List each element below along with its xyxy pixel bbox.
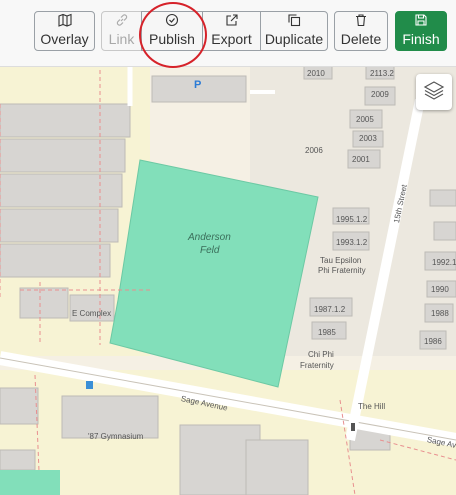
building-2010: 2010	[307, 69, 325, 78]
building-1988: 1988	[431, 309, 449, 318]
publish-label: Publish	[149, 30, 195, 47]
building-2003: 2003	[359, 134, 377, 143]
parking-label: P	[194, 79, 202, 91]
delete-label: Delete	[340, 30, 382, 47]
export-icon	[225, 13, 239, 29]
overlay-button[interactable]: Overlay	[34, 11, 95, 51]
finish-label: Finish	[402, 30, 440, 47]
link-icon	[115, 13, 129, 29]
tau-epsilon-line1: Tau Epsilon	[320, 256, 362, 265]
check-circle-icon	[165, 13, 179, 29]
building-2006: 2006	[305, 146, 323, 155]
building-2001: 2001	[352, 155, 370, 164]
link-label: Link	[108, 30, 135, 47]
publish-button[interactable]: Publish	[141, 11, 203, 51]
trash-icon	[354, 13, 368, 29]
copy-icon	[287, 13, 301, 29]
field-name-line1: Anderson	[188, 232, 231, 243]
tau-epsilon-line2: Phi Fraternity	[318, 266, 366, 275]
duplicate-button[interactable]: Duplicate	[260, 11, 328, 51]
building-1986: 1986	[424, 337, 442, 346]
gymnasium-label: '87 Gymnasium	[88, 432, 144, 441]
building-1995: 1995.1.2	[336, 215, 368, 224]
duplicate-label: Duplicate	[264, 30, 324, 47]
toolbar: Overlay Link Publish Export Duplicate De…	[0, 0, 456, 67]
building-1992: 1992.1	[432, 258, 456, 267]
building-1985: 1985	[318, 328, 336, 337]
finish-button[interactable]: Finish	[395, 11, 447, 51]
building-2009: 2009	[371, 90, 389, 99]
the-hill-label: The Hill	[358, 402, 386, 411]
building-1993: 1993.1.2	[336, 238, 368, 247]
delete-button[interactable]: Delete	[334, 11, 388, 51]
export-label: Export	[211, 30, 252, 47]
map-icon	[57, 13, 72, 29]
building-2005: 2005	[356, 115, 374, 124]
link-button[interactable]: Link	[101, 11, 142, 51]
building-2113: 2113.2	[370, 69, 394, 78]
building-1987: 1987.1.2	[314, 305, 346, 314]
layers-button[interactable]	[416, 74, 452, 110]
chi-phi-line2: Fraternity	[300, 361, 334, 370]
building-1990: 1990	[431, 285, 449, 294]
map-canvas[interactable]: P Anderson Feld E Complex Sage Avenue Sa…	[0, 66, 456, 495]
complex-label: E Complex	[72, 309, 112, 318]
map-graphics	[0, 66, 456, 495]
overlay-label: Overlay	[40, 30, 89, 47]
export-button[interactable]: Export	[202, 11, 261, 51]
field-name-line2: Feld	[200, 245, 220, 256]
layers-icon	[423, 79, 445, 106]
save-icon	[414, 13, 428, 29]
chi-phi-line1: Chi Phi	[308, 350, 334, 359]
